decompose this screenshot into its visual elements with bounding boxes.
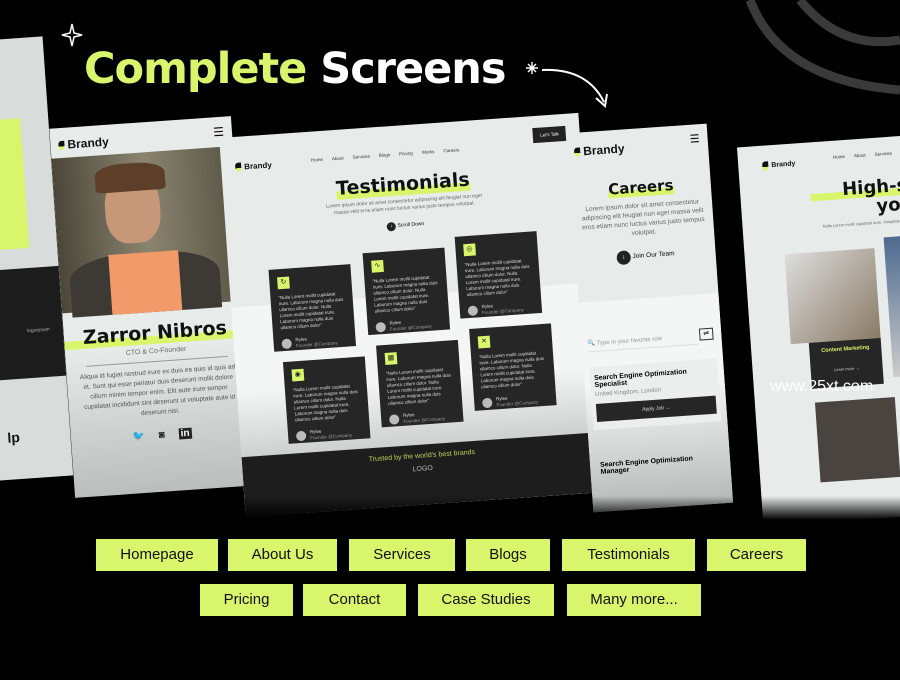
page-tag-pricing: Pricing bbox=[200, 584, 293, 616]
watermark: www.25xt.com bbox=[770, 378, 874, 395]
page-tag-services: Services bbox=[349, 539, 455, 571]
careers-screen: Brandy ☰ Careers Lorem ipsum dolor sit a… bbox=[566, 123, 734, 513]
job-title: Search Engine Optimization Manager bbox=[599, 455, 694, 476]
testimonial-quote: “Nulla Lorem mollit cupidatat irure. Lab… bbox=[292, 383, 358, 423]
testimonial-quote: “Nulla Lorem mollit cupidatat irure. Lab… bbox=[385, 366, 451, 406]
arrow-down-icon: ↓ bbox=[616, 250, 632, 266]
arrow-down-icon: ↓ bbox=[386, 221, 397, 232]
sparkle-icon bbox=[61, 23, 83, 47]
testimonial-card: ◉ “Nulla Lorem mollit cupidatat irure. La… bbox=[282, 356, 371, 444]
main-nav: Home About Services Blogs Pricing Works Career… bbox=[311, 147, 469, 163]
nav-blogs[interactable]: Blogs bbox=[379, 152, 391, 158]
testimonial-card: ▦ “Nulla Lorem mollit cupidatat irure. La… bbox=[376, 339, 464, 428]
nav-about[interactable]: About bbox=[332, 155, 344, 161]
profile-photo bbox=[51, 146, 244, 318]
partial-heading: lp bbox=[6, 428, 21, 446]
page-tag-many-more: Many more... bbox=[567, 584, 701, 616]
nav-pricing[interactable]: Pricing bbox=[399, 151, 413, 157]
instagram-icon[interactable]: ◙ bbox=[158, 430, 165, 441]
profile-bio: Aliqua id fugiat nostrud irure ex duis e… bbox=[79, 363, 236, 418]
testimonial-quote: “Nulla Lorem mollit cupidatat irure. Lab… bbox=[278, 291, 344, 331]
quote-icon: ◎ bbox=[463, 243, 476, 257]
brand-logo: Brandy bbox=[573, 141, 625, 158]
brand-logo: logoipsum bbox=[26, 326, 50, 335]
bottom-fade bbox=[0, 496, 900, 530]
page-tag-blogs: Blogs bbox=[466, 539, 550, 571]
nav-home[interactable]: Home bbox=[311, 157, 323, 163]
service-card-title: Content Marketing bbox=[821, 344, 870, 355]
testimonial-card: ∿ “Nulla Lorem mollit cupidatat irure. La… bbox=[362, 247, 451, 336]
page-subtitle: Lorem ipsum dolor sit amet consectetur a… bbox=[581, 198, 705, 238]
nav-home[interactable]: Home bbox=[833, 154, 845, 160]
linkedin-icon[interactable]: in bbox=[178, 427, 192, 440]
role-search-input[interactable]: 🔍 Type in your favorite role bbox=[587, 332, 698, 353]
learn-more-link[interactable]: Learn more → bbox=[811, 364, 883, 374]
testimonial-card: ◎ “Nulla Lorem mollit cupidatat irure. La… bbox=[454, 231, 543, 319]
avatar bbox=[375, 321, 387, 333]
quote-icon: ↻ bbox=[277, 276, 290, 290]
avatar bbox=[388, 414, 400, 425]
nav-works[interactable]: Works bbox=[422, 149, 435, 155]
quote-icon: ✕ bbox=[477, 335, 491, 349]
page-tag-testimonials: Testimonials bbox=[562, 539, 695, 571]
testimonial-card: ✕ “Nulla Lorem mollit cupidatat irure. La… bbox=[469, 323, 557, 411]
nav-services[interactable]: Services bbox=[874, 151, 892, 157]
avatar bbox=[481, 397, 493, 409]
avatar bbox=[281, 338, 293, 350]
service-image bbox=[814, 397, 900, 483]
twitter-icon[interactable]: 🐦 bbox=[132, 431, 145, 443]
headline: Complete Screens bbox=[84, 44, 507, 94]
testimonials-screen: Brandy Home About Services Blogs Pricing Work… bbox=[219, 112, 605, 518]
brand-logo: Brandy bbox=[762, 159, 796, 171]
nav-careers[interactable]: Careers bbox=[443, 147, 459, 153]
service-image bbox=[883, 233, 900, 378]
brand-logo: Brandy bbox=[234, 160, 272, 172]
quote-icon: ▦ bbox=[384, 352, 398, 365]
avatar bbox=[467, 305, 479, 317]
page-title: Careers bbox=[607, 176, 675, 199]
filter-icon[interactable]: ⇌ bbox=[698, 327, 714, 341]
brand-logo: Brandy bbox=[58, 135, 109, 152]
quote-icon: ∿ bbox=[371, 259, 384, 273]
page-tag-case-studies: Case Studies bbox=[418, 584, 554, 616]
service-image bbox=[784, 248, 881, 345]
apply-job-button[interactable]: Apply Job → bbox=[595, 395, 717, 422]
page-tag-careers: Careers bbox=[707, 539, 806, 571]
decorative-arcs bbox=[745, 0, 900, 95]
testimonial-quote: “Nulla Lorem mollit cupidatat irure. Lab… bbox=[372, 274, 438, 314]
avatar bbox=[295, 430, 307, 442]
join-team-button[interactable]: ↓ Join Our Team bbox=[575, 244, 716, 268]
services-screen: Brandy Home About Services High-serv your … bbox=[736, 133, 900, 527]
testimonial-quote: “Nulla Lorem mollit cupidatat irure. Lab… bbox=[464, 258, 530, 298]
page-tag-about-us: About Us bbox=[228, 539, 337, 571]
nav-services[interactable]: Services bbox=[352, 154, 370, 160]
page-tag-homepage: Homepage bbox=[96, 539, 218, 571]
hamburger-icon[interactable]: ☰ bbox=[689, 132, 700, 146]
testimonial-card: ↻ “Nulla Lorem mollit cupidatat irure. La… bbox=[268, 264, 357, 352]
lets-talk-button[interactable]: Let's Talk bbox=[532, 125, 567, 144]
testimonial-quote: “Nulla Lorem mollit cupidatat irure. Lab… bbox=[478, 350, 545, 390]
page-tag-contact: Contact bbox=[303, 584, 406, 616]
quote-icon: ◉ bbox=[291, 368, 305, 382]
arrow-icon bbox=[526, 62, 608, 108]
nav-about[interactable]: About bbox=[854, 152, 866, 158]
